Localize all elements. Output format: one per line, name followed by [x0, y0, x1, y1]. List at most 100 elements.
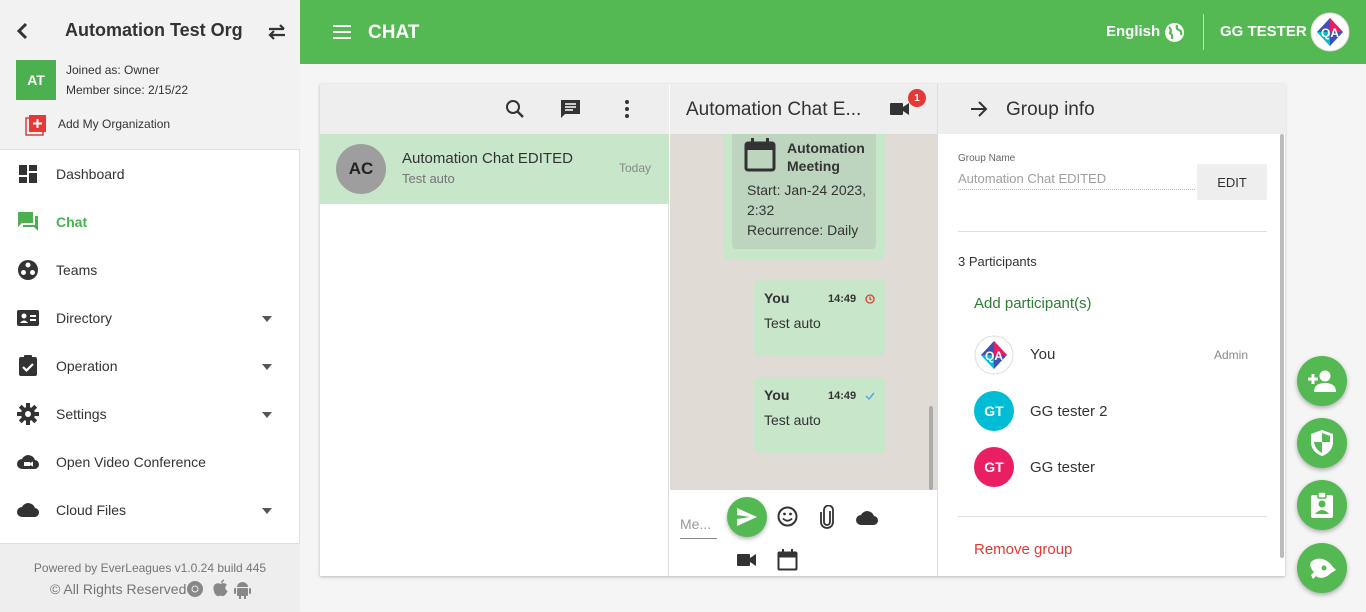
message-text: Test auto [764, 412, 821, 428]
emoji-icon[interactable] [777, 506, 798, 527]
apple-icon[interactable] [212, 579, 229, 598]
add-organization-link[interactable]: Add My Organization [58, 117, 170, 131]
sidebar-item-settings[interactable]: Settings [0, 390, 300, 438]
group-info-panel: Group info Group Name Automation Chat ED… [937, 84, 1286, 576]
page-title: CHAT [368, 22, 420, 43]
add-box-icon[interactable] [25, 114, 47, 136]
chevron-down-icon[interactable] [260, 314, 274, 324]
android-icon[interactable] [234, 580, 251, 599]
video-icon[interactable] [737, 553, 757, 567]
scrollbar[interactable] [1280, 134, 1284, 558]
avatar: GT [974, 447, 1014, 487]
avatar: QA [974, 335, 1014, 375]
sidebar-item-dashboard[interactable]: Dashboard [0, 150, 300, 198]
send-button[interactable] [727, 497, 767, 537]
remove-group-link[interactable]: Remove group [974, 541, 1072, 558]
meeting-start: 2:32 [747, 202, 775, 218]
participant-name[interactable]: You [1030, 346, 1055, 363]
chevron-down-icon[interactable] [260, 506, 274, 516]
scrollbar[interactable] [929, 406, 933, 490]
sidebar-item-chat[interactable]: Chat [0, 198, 300, 246]
sidebar-item-cloud-files[interactable]: Cloud Files [0, 486, 300, 534]
clock-icon [865, 294, 875, 304]
add-participant-link[interactable]: Add participant(s) [974, 295, 1092, 312]
conversation-header: Automation Chat E... 1 [670, 84, 937, 134]
message-time: 14:49 [828, 293, 857, 305]
calendar-icon [744, 138, 776, 172]
message-bubble[interactable]: You 14:49 Test auto [754, 280, 886, 356]
new-message-icon[interactable] [560, 99, 581, 120]
org-avatar: AT [16, 60, 56, 100]
chat-list-toolbar [320, 84, 669, 134]
add-person-icon [1307, 369, 1337, 393]
sidebar-item-directory[interactable]: Directory [0, 294, 300, 342]
sidebar-item-label: Cloud Files [56, 502, 127, 518]
list-item[interactable]: AC Automation Chat EDITED Test auto Toda… [320, 134, 669, 204]
chevron-down-icon[interactable] [260, 410, 274, 420]
participant-count: 3 Participants [958, 254, 1037, 269]
sidebar-item-label: Directory [56, 310, 113, 326]
org-panel: Automation Test Org AT Joined as: Owner … [0, 0, 300, 150]
user-avatar[interactable]: QA [1310, 12, 1350, 52]
svg-text:QA: QA [1321, 26, 1339, 40]
search-icon[interactable] [505, 99, 525, 119]
sidebar: Automation Test Org AT Joined as: Owner … [0, 0, 300, 612]
conversation-title[interactable]: Automation Chat E... [686, 99, 861, 121]
group-name-field[interactable]: Automation Chat EDITED [958, 171, 1195, 190]
svg-text:QA: QA [985, 349, 1003, 363]
badge-button[interactable] [1297, 480, 1347, 530]
group-info-header: Group info [938, 84, 1286, 134]
send-icon [737, 508, 757, 526]
sidebar-item-label: Teams [56, 262, 98, 278]
participant-name[interactable]: GG tester [1030, 459, 1095, 476]
menu-icon[interactable] [332, 24, 352, 40]
top-bar: CHAT English GG TESTER QA [300, 0, 1366, 64]
launch-button[interactable] [1297, 543, 1347, 593]
sidebar-item-video-conference[interactable]: Open Video Conference [0, 438, 300, 486]
chevron-down-icon[interactable] [260, 362, 274, 372]
shield-icon [1310, 429, 1334, 457]
meeting-recurrence: Recurrence: Daily [747, 222, 859, 238]
copyright: © All Rights Reserved [50, 581, 187, 597]
chat-last-message: Test auto [402, 171, 455, 186]
joined-as: Joined as: Owner [66, 63, 160, 77]
teams-icon [16, 258, 40, 282]
sidebar-item-operation[interactable]: Operation [0, 342, 300, 390]
gear-icon [16, 402, 40, 426]
video-call-icon[interactable] [890, 102, 910, 116]
globe-icon[interactable] [1164, 22, 1185, 43]
sidebar-item-label: Chat [56, 214, 88, 230]
attach-icon[interactable] [820, 505, 834, 529]
member-since: Member since: 2/15/22 [66, 83, 189, 97]
cloud-icon [16, 498, 40, 522]
participant-name[interactable]: GG tester 2 [1030, 403, 1108, 420]
security-button[interactable] [1297, 418, 1347, 468]
calendar-icon[interactable] [777, 549, 798, 571]
header-divider [1203, 14, 1204, 50]
clipboard-check-icon [16, 354, 40, 378]
message-text: Test auto [764, 315, 821, 331]
badge-icon [1310, 491, 1334, 519]
user-name[interactable]: GG TESTER [1220, 23, 1307, 40]
message-input[interactable]: Me... [680, 516, 717, 539]
arrow-forward-icon[interactable] [970, 100, 988, 118]
sidebar-item-teams[interactable]: Teams [0, 246, 300, 294]
contact-card-icon [16, 306, 40, 330]
edit-button[interactable]: EDIT [1197, 164, 1267, 200]
sidebar-footer: Powered by EverLeagues v1.0.24 build 445… [0, 543, 300, 612]
sidebar-item-label: Open Video Conference [56, 454, 206, 470]
cloud-icon[interactable] [855, 508, 879, 526]
sidebar-item-label: Settings [56, 406, 107, 422]
language-selector[interactable]: English [1106, 23, 1160, 40]
group-info-title: Group info [1006, 99, 1095, 120]
more-vert-icon[interactable] [624, 99, 630, 119]
video-badge: 1 [908, 89, 926, 107]
swap-icon[interactable] [267, 23, 287, 41]
add-person-button[interactable] [1297, 356, 1347, 406]
message-bubble[interactable]: You 14:49 Test auto [754, 377, 886, 453]
rocket-icon [1307, 553, 1337, 583]
chat-time: Today [619, 161, 652, 175]
back-icon[interactable] [16, 22, 30, 40]
meeting-title: Automation [787, 140, 865, 156]
chrome-icon[interactable] [186, 580, 204, 598]
